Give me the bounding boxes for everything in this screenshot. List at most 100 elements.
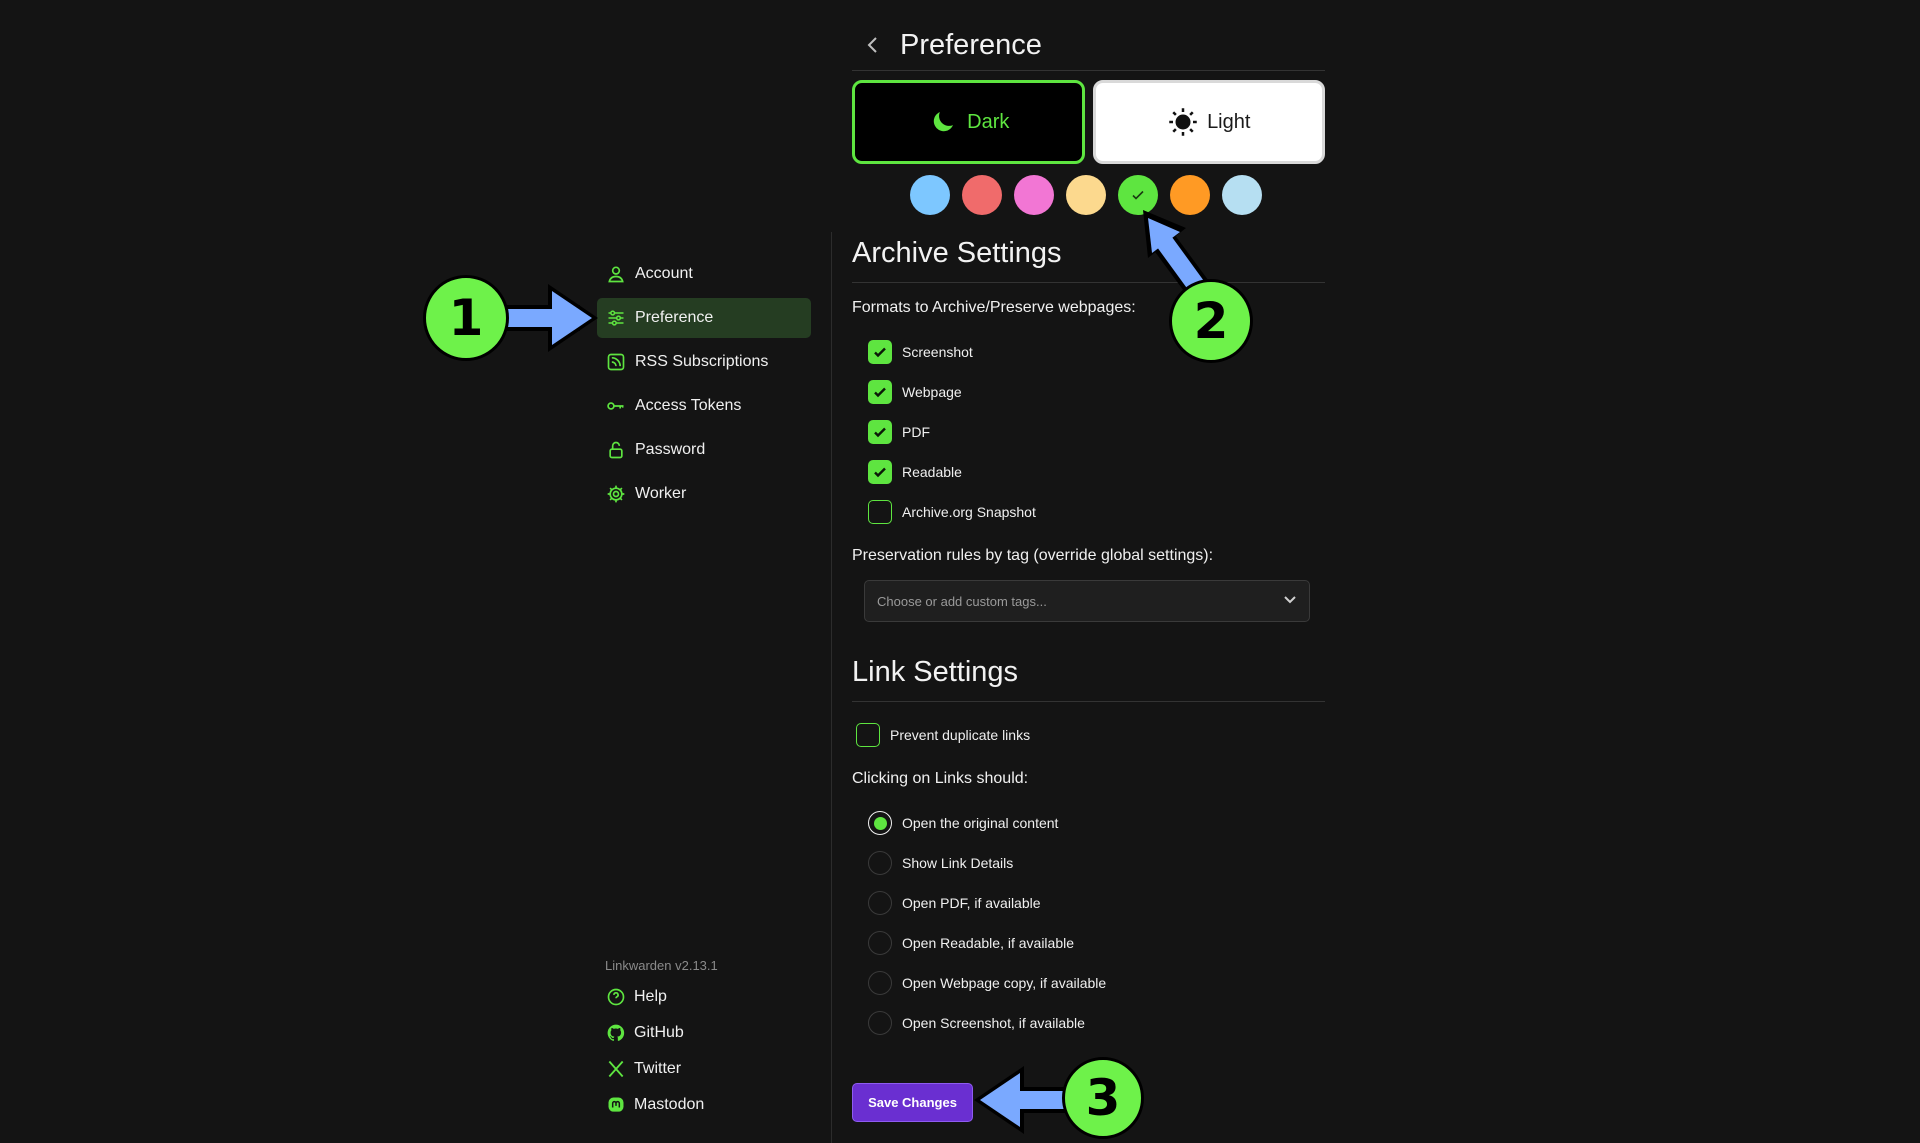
check-icon [1132, 190, 1144, 200]
radio-unselected [868, 891, 892, 915]
theme-switcher: Dark Light [852, 80, 1325, 164]
sidebar-item-rss-subscriptions[interactable]: RSS Subscriptions [597, 342, 811, 382]
arrow-1-icon [505, 284, 598, 352]
format-label: Readable [902, 464, 962, 480]
sidebar-item-password[interactable]: Password [597, 430, 811, 470]
checkbox-checked [868, 380, 892, 404]
format-webpage-checkbox[interactable]: Webpage [868, 380, 962, 404]
checkbox-checked [868, 340, 892, 364]
sidebar-divider [831, 232, 832, 1143]
sidebar-item-label: Account [635, 265, 693, 282]
page-title: Preference [900, 28, 1042, 61]
radio-unselected [868, 971, 892, 995]
sidebar-item-label: RSS Subscriptions [635, 353, 769, 370]
help-link-label: Help [634, 988, 667, 1005]
radio-open-screenshot[interactable]: Open Screenshot, if available [868, 1011, 1085, 1035]
radio-label: Open Readable, if available [902, 935, 1075, 951]
annotation-badge-2: 2 [1169, 279, 1253, 363]
radio-unselected [868, 851, 892, 875]
sidebar-item-worker[interactable]: Worker [597, 474, 811, 514]
radio-show-link-details[interactable]: Show Link Details [868, 851, 1013, 875]
preservation-rules-label: Preservation rules by tag (override glob… [852, 547, 1214, 564]
help-icon [605, 986, 627, 1008]
gear-icon [605, 483, 627, 505]
annotation-badge-3: 3 [1062, 1057, 1144, 1139]
color-swatch-green-selected[interactable] [1118, 175, 1158, 215]
light-theme-label: Light [1207, 110, 1251, 133]
sidebar-item-label: Preference [635, 309, 714, 326]
chevron-left-icon[interactable] [858, 30, 888, 60]
format-label: Archive.org Snapshot [902, 504, 1036, 520]
sidebar-item-label: Worker [635, 485, 687, 502]
format-label: Screenshot [902, 344, 973, 360]
sidebar-item-account[interactable]: Account [597, 254, 811, 294]
color-swatch-orange[interactable] [1170, 175, 1210, 215]
radio-selected [868, 811, 892, 835]
color-swatch-pink[interactable] [1014, 175, 1054, 215]
sidebar-item-preference[interactable]: Preference [597, 298, 811, 338]
light-theme-button[interactable]: Light [1092, 80, 1325, 164]
radio-label: Show Link Details [902, 855, 1014, 871]
sidebar-item-label: Password [635, 441, 706, 458]
color-swatch-yellow[interactable] [1066, 175, 1106, 215]
checkbox-checked [868, 420, 892, 444]
arrow-3-icon [974, 1066, 1068, 1134]
settings-sidebar: Account Preference RSS Subscriptions Acc… [597, 254, 811, 518]
radio-label: Open Screenshot, if available [902, 1015, 1085, 1031]
mastodon-link[interactable]: Mastodon [605, 1087, 805, 1123]
mastodon-link-label: Mastodon [634, 1096, 705, 1113]
x-icon [605, 1058, 627, 1080]
color-swatch-blue[interactable] [910, 175, 950, 215]
chevron-down-icon [1283, 592, 1297, 610]
checkbox-unchecked [868, 500, 892, 524]
moon-icon [927, 106, 959, 138]
format-label: PDF [902, 424, 930, 440]
sidebar-item-label: Access Tokens [635, 397, 742, 414]
sidebar-item-access-tokens[interactable]: Access Tokens [597, 386, 811, 426]
tags-placeholder: Choose or add custom tags... [877, 593, 1047, 609]
radio-label: Open PDF, if available [902, 895, 1041, 911]
format-archive-org-checkbox[interactable]: Archive.org Snapshot [868, 500, 1036, 524]
radio-open-original[interactable]: Open the original content [868, 811, 1058, 835]
lock-icon [605, 439, 627, 461]
prevent-duplicates-label: Prevent duplicate links [890, 727, 1031, 743]
prevent-duplicates-checkbox[interactable]: Prevent duplicate links [856, 723, 1030, 747]
sliders-icon [605, 307, 627, 329]
format-screenshot-checkbox[interactable]: Screenshot [868, 340, 973, 364]
dark-theme-button[interactable]: Dark [852, 80, 1085, 164]
twitter-link-label: Twitter [634, 1060, 682, 1077]
key-icon [605, 395, 627, 417]
custom-tags-select[interactable]: Choose or add custom tags... [864, 580, 1310, 622]
color-swatch-red[interactable] [962, 175, 1002, 215]
page-header: Preference [852, 20, 1325, 71]
radio-unselected [868, 1011, 892, 1035]
clicking-links-label: Clicking on Links should: [852, 770, 1029, 787]
radio-open-webpage-copy[interactable]: Open Webpage copy, if available [868, 971, 1106, 995]
sidebar-footer: Linkwarden v2.13.1 Help GitHub Twitter M… [605, 958, 805, 1123]
github-icon [605, 1022, 627, 1044]
formats-label: Formats to Archive/Preserve webpages: [852, 299, 1136, 316]
format-label: Webpage [902, 384, 962, 400]
save-changes-button[interactable]: Save Changes [852, 1083, 973, 1122]
radio-open-readable[interactable]: Open Readable, if available [868, 931, 1074, 955]
archive-settings-title: Archive Settings [852, 237, 1325, 283]
github-link-label: GitHub [634, 1024, 684, 1041]
format-readable-checkbox[interactable]: Readable [868, 460, 962, 484]
mastodon-icon [605, 1094, 627, 1116]
radio-label: Open the original content [902, 815, 1059, 831]
accent-color-picker [910, 175, 1262, 215]
help-link[interactable]: Help [605, 979, 805, 1015]
radio-open-pdf[interactable]: Open PDF, if available [868, 891, 1041, 915]
app-version: Linkwarden v2.13.1 [605, 958, 718, 973]
format-pdf-checkbox[interactable]: PDF [868, 420, 930, 444]
dark-theme-label: Dark [967, 110, 1010, 133]
checkbox-checked [868, 460, 892, 484]
github-link[interactable]: GitHub [605, 1015, 805, 1051]
color-swatch-light-blue[interactable] [1222, 175, 1262, 215]
twitter-link[interactable]: Twitter [605, 1051, 805, 1087]
user-icon [605, 263, 627, 285]
checkbox-unchecked [856, 723, 880, 747]
link-settings-title: Link Settings [852, 656, 1325, 702]
radio-label: Open Webpage copy, if available [902, 975, 1107, 991]
sun-icon [1167, 106, 1199, 138]
